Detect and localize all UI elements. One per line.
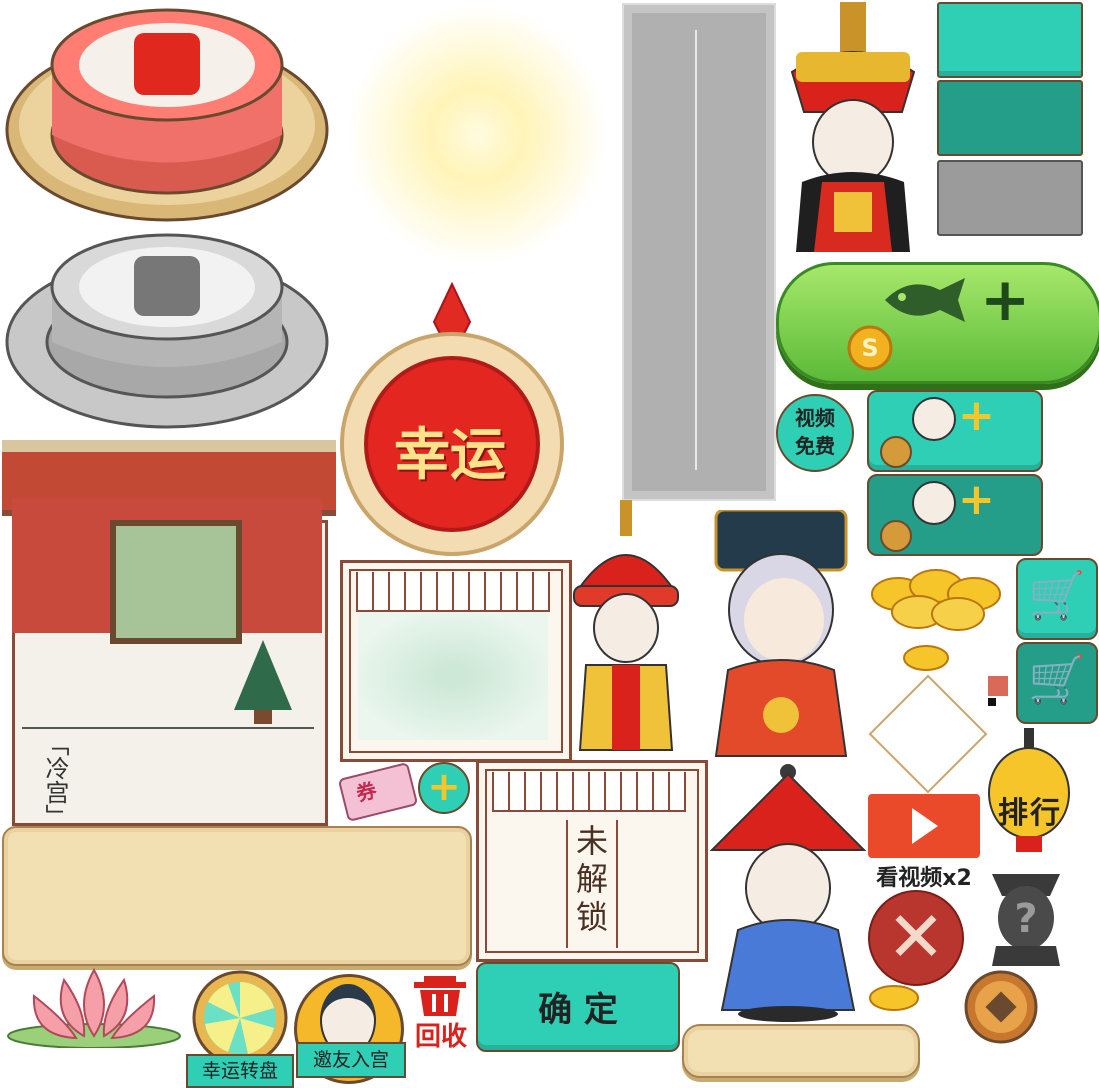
lucky-wheel-icon[interactable] xyxy=(188,968,292,1060)
watch-video-label: 看视频x2 xyxy=(876,866,972,891)
plus-icon: + xyxy=(980,265,1031,335)
eunuch-character-icon xyxy=(709,764,867,1022)
ranking-label: 排行 xyxy=(998,796,1062,831)
cold-palace-label: 「冷宫」 xyxy=(41,732,69,828)
parchment-panel xyxy=(2,826,472,966)
copper-coin-icon xyxy=(880,436,912,468)
gold-ingot-icon xyxy=(903,645,949,671)
close-button[interactable]: ✕ xyxy=(868,890,964,986)
gold-coin-icon: S xyxy=(847,325,893,371)
svg-text:S: S xyxy=(861,334,878,362)
snow-ground-line xyxy=(22,727,314,729)
palace-gate xyxy=(110,520,242,644)
locked-window-top xyxy=(492,772,686,812)
emperor-character-icon xyxy=(573,500,679,751)
recycle-label: 回收 xyxy=(414,1022,467,1052)
invite-friends-label: 邀友入宫 xyxy=(296,1042,406,1078)
red-bowl-icon xyxy=(5,8,329,222)
svg-text:?: ? xyxy=(1014,896,1037,942)
scroll-panel-divider xyxy=(695,30,697,470)
red-dot-marker xyxy=(988,676,1008,696)
trash-can-icon[interactable] xyxy=(410,970,470,1018)
shopping-cart-icon: 🛒 xyxy=(1028,652,1086,706)
black-dot-marker xyxy=(988,698,996,706)
lattice-window-glass xyxy=(358,612,548,740)
confirm-button-label: 确 定 xyxy=(538,990,618,1030)
gold-ingot-pile-icon xyxy=(871,569,1001,631)
fish-icon xyxy=(885,278,965,322)
gold-ingot-icon xyxy=(869,985,919,1011)
lotus-icon xyxy=(7,967,181,1048)
lucky-wheel-label: 幸运转盘 xyxy=(186,1054,294,1088)
video-free-line1: 视频 xyxy=(795,406,835,430)
luck-badge-label: 幸运 xyxy=(394,423,506,488)
locked-label: 未解锁 xyxy=(575,822,608,936)
teal-tile-1[interactable] xyxy=(937,2,1083,78)
servant-face-icon xyxy=(912,481,956,525)
plus-icon: + xyxy=(958,474,995,525)
scroll-panel-frame xyxy=(622,3,776,501)
servant-face-icon xyxy=(912,397,956,441)
lattice-window-top xyxy=(356,572,550,612)
copper-coin-icon xyxy=(880,520,912,552)
pine-tree-icon xyxy=(234,640,292,724)
add-coupon-button[interactable]: + xyxy=(418,762,470,814)
coupon-ticket[interactable] xyxy=(337,761,419,823)
empress-dowager-icon xyxy=(714,510,848,757)
grey-tile[interactable] xyxy=(937,160,1083,236)
play-icon xyxy=(912,808,938,844)
teal-tile-2[interactable] xyxy=(937,80,1083,156)
sunburst-glow xyxy=(345,5,610,265)
empress-character-icon xyxy=(790,2,916,252)
unknown-character-icon: ? xyxy=(992,874,1060,966)
video-free-line2: 免费 xyxy=(795,434,835,458)
copper-coin-large-icon xyxy=(964,970,1038,1044)
small-parchment-bar xyxy=(682,1024,920,1078)
plus-icon: + xyxy=(958,390,995,441)
diamond-frame xyxy=(868,674,988,794)
shopping-cart-icon: 🛒 xyxy=(1028,568,1086,622)
grey-bowl-icon xyxy=(5,233,329,429)
